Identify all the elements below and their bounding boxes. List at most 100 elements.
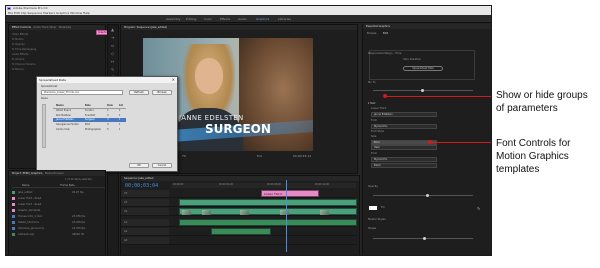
list-item[interactable]: fx Opacity <box>12 43 25 46</box>
list-item[interactable]: fx Panner <box>12 68 24 71</box>
list-item[interactable]: Lower third - Row2 <box>12 202 105 207</box>
fit-select[interactable]: Fit <box>182 154 186 158</box>
clip-thumbnail <box>320 210 329 215</box>
list-item[interactable]: fx Channel Volume <box>12 63 36 66</box>
razor-tool-icon[interactable]: ◇ <box>111 52 116 56</box>
track-header[interactable]: A3 <box>121 237 169 244</box>
opacity-slider[interactable] <box>373 195 473 196</box>
list-item[interactable]: Lower third - Row1 <box>12 196 105 201</box>
tab-effect-controls[interactable]: Effect Controls <box>12 26 31 29</box>
font2-select[interactable]: Myriad Pro <box>371 157 437 162</box>
list-item[interactable]: Video Effects <box>12 33 28 36</box>
header-name[interactable]: Name <box>22 184 29 187</box>
list-item[interactable]: Ambient.wav 48000 Hz <box>12 232 105 237</box>
cancel-button[interactable]: Cancel <box>152 163 172 168</box>
list-item[interactable]: fx Motion <box>12 38 24 41</box>
audio-clip[interactable] <box>179 219 357 226</box>
workspace-tab[interactable]: Color <box>204 17 212 21</box>
ruler-label: 00;00;12;00 <box>315 183 330 186</box>
label-color-icon <box>12 220 15 224</box>
workspace-tab[interactable]: Audio <box>238 17 247 21</box>
text-field[interactable]: Janne Edelsten <box>371 112 437 117</box>
list-item[interactable]: Interview_Janne.mov 23.976 fps <box>12 226 105 231</box>
header-fps[interactable]: Frame Rate <box>60 184 74 187</box>
shape-knob[interactable] <box>423 237 426 240</box>
font-select[interactable]: Myriad Pro <box>371 124 437 129</box>
workspace-tab[interactable]: Libraries <box>278 17 291 21</box>
workspace-tab[interactable]: Effects <box>220 17 230 21</box>
opacity-knob[interactable] <box>426 194 429 197</box>
slip-tool-icon[interactable]: ↔ <box>111 60 116 64</box>
tab-project[interactable]: Project: PPRO_Graphics <box>12 172 42 175</box>
tab-sequence[interactable]: Sequence: Jake_edited <box>124 177 153 180</box>
fill-label: Fill <box>381 206 385 209</box>
eyedropper-icon[interactable]: ✎ <box>477 206 480 211</box>
font-style-dropdown-item[interactable]: Italic <box>371 145 437 150</box>
pin-knob[interactable] <box>421 89 424 92</box>
video-clip[interactable] <box>179 208 357 215</box>
track-header[interactable]: V3 <box>121 190 169 197</box>
list-item[interactable]: Graphic_template <box>12 208 105 213</box>
spreadsheet-data-button[interactable]: Spreadsheet Data <box>403 66 443 71</box>
track-a2: A2 <box>121 228 356 236</box>
project-header: Name Frame Rate <box>12 184 105 188</box>
track-select-icon[interactable]: ⇥ <box>111 36 116 40</box>
section-text-toggle[interactable]: ▾ Text <box>368 102 375 105</box>
time-ruler[interactable]: 00;00;00 00;00;04;00 00;00;08;00 00;00;1… <box>171 183 356 188</box>
item-name: Graphic_template <box>18 209 41 212</box>
tab-media-browser[interactable]: Media Browser <box>45 172 64 175</box>
track-header[interactable]: A1 <box>121 219 169 226</box>
table-row[interactable]: Carlos Irwin Photographer 5 1 <box>53 127 126 132</box>
workspace-tab[interactable]: Editing <box>186 17 196 21</box>
spreadsheet-file-field[interactable]: Premiere_Lower_Thirds.csv <box>41 90 123 95</box>
tab-metadata[interactable]: Metadata <box>59 26 71 29</box>
refresh-button[interactable]: Refresh <box>129 90 149 95</box>
list-item[interactable]: Horses Intro_1.mov 23.976 fps <box>12 214 105 219</box>
project-panel: Project: PPRO_Graphics Media Browser 1 o… <box>8 170 106 255</box>
list-item[interactable]: Stable_Shot.mov 23.976 fps <box>12 220 105 225</box>
title-clip[interactable]: Lower Third <box>261 190 319 197</box>
data-table: Name Role Row Col Alfred Evans Curator 1 1 R… <box>53 104 127 132</box>
selection-tool-icon[interactable]: ▲ <box>111 28 116 32</box>
tab-audio-mixer[interactable]: Audio Track Mixer <box>34 26 57 29</box>
size-label: Size <box>371 135 377 138</box>
vertical-scrollbar[interactable] <box>42 104 46 148</box>
item-name: Lower third - Row2 <box>18 203 42 206</box>
ok-button[interactable]: OK <box>129 163 149 168</box>
ripple-edit-icon[interactable]: ⇔ <box>111 44 116 48</box>
timeline-timecode[interactable]: 00;00;03;04 <box>125 183 158 189</box>
eg-browse-tab[interactable]: Browse <box>367 32 376 35</box>
master-styles-label[interactable]: Master Styles <box>368 218 386 221</box>
close-icon[interactable]: × <box>172 77 175 83</box>
tab-essential-graphics[interactable]: Essential Graphics <box>366 25 390 28</box>
browse-button[interactable]: Browse <box>152 90 172 95</box>
list-item[interactable]: Audio Effects <box>12 53 28 56</box>
eg-edit-tab[interactable]: Edit <box>383 32 388 35</box>
timeline-panel: Sequence: Jake_edited 00;00;03;04 00;00;… <box>120 175 360 255</box>
pen-tool-icon[interactable]: ✎ <box>111 68 116 72</box>
audio-clip[interactable] <box>211 228 271 235</box>
playhead[interactable] <box>286 180 287 252</box>
list-item[interactable]: fx Time Remapping <box>12 48 36 51</box>
fill-color-swatch[interactable] <box>369 206 377 210</box>
font-style-select[interactable]: Black <box>371 163 437 168</box>
tab-program[interactable]: Program: Sequence (Jake_edited) <box>124 26 167 29</box>
lower-third-title[interactable]: SURGEON <box>205 122 271 136</box>
spreadsheet-label: Spreadsheet <box>41 85 58 88</box>
quality-select[interactable]: Full <box>257 154 262 158</box>
track-header[interactable]: V1 <box>121 208 169 215</box>
track-header[interactable]: V2 <box>121 199 169 206</box>
track-header[interactable]: A2 <box>121 228 169 235</box>
font2-label: Font <box>371 152 377 155</box>
callout-font-controls: Font Controls for Motion Graphics templa… <box>496 138 571 175</box>
table-cell: 5 <box>107 128 109 132</box>
lower-third-name[interactable]: JANNE EDELSTEN <box>179 114 244 122</box>
video-clip[interactable] <box>179 199 357 206</box>
ruler-label: 00;00;08;00 <box>267 183 282 186</box>
transport-controls: ◆{}|◀◀|▶|▶▶|⊞⊟◎⎘+ <box>186 164 306 180</box>
app-title: Adobe Premiere Pro CC <box>13 6 48 10</box>
workspace-tab[interactable]: Assembly <box>166 17 180 21</box>
list-item[interactable]: Jake_edited 29.97 fps <box>12 190 105 195</box>
workspace-tab-active[interactable]: Graphics <box>256 17 269 21</box>
list-item[interactable]: fx Volume <box>12 58 24 61</box>
